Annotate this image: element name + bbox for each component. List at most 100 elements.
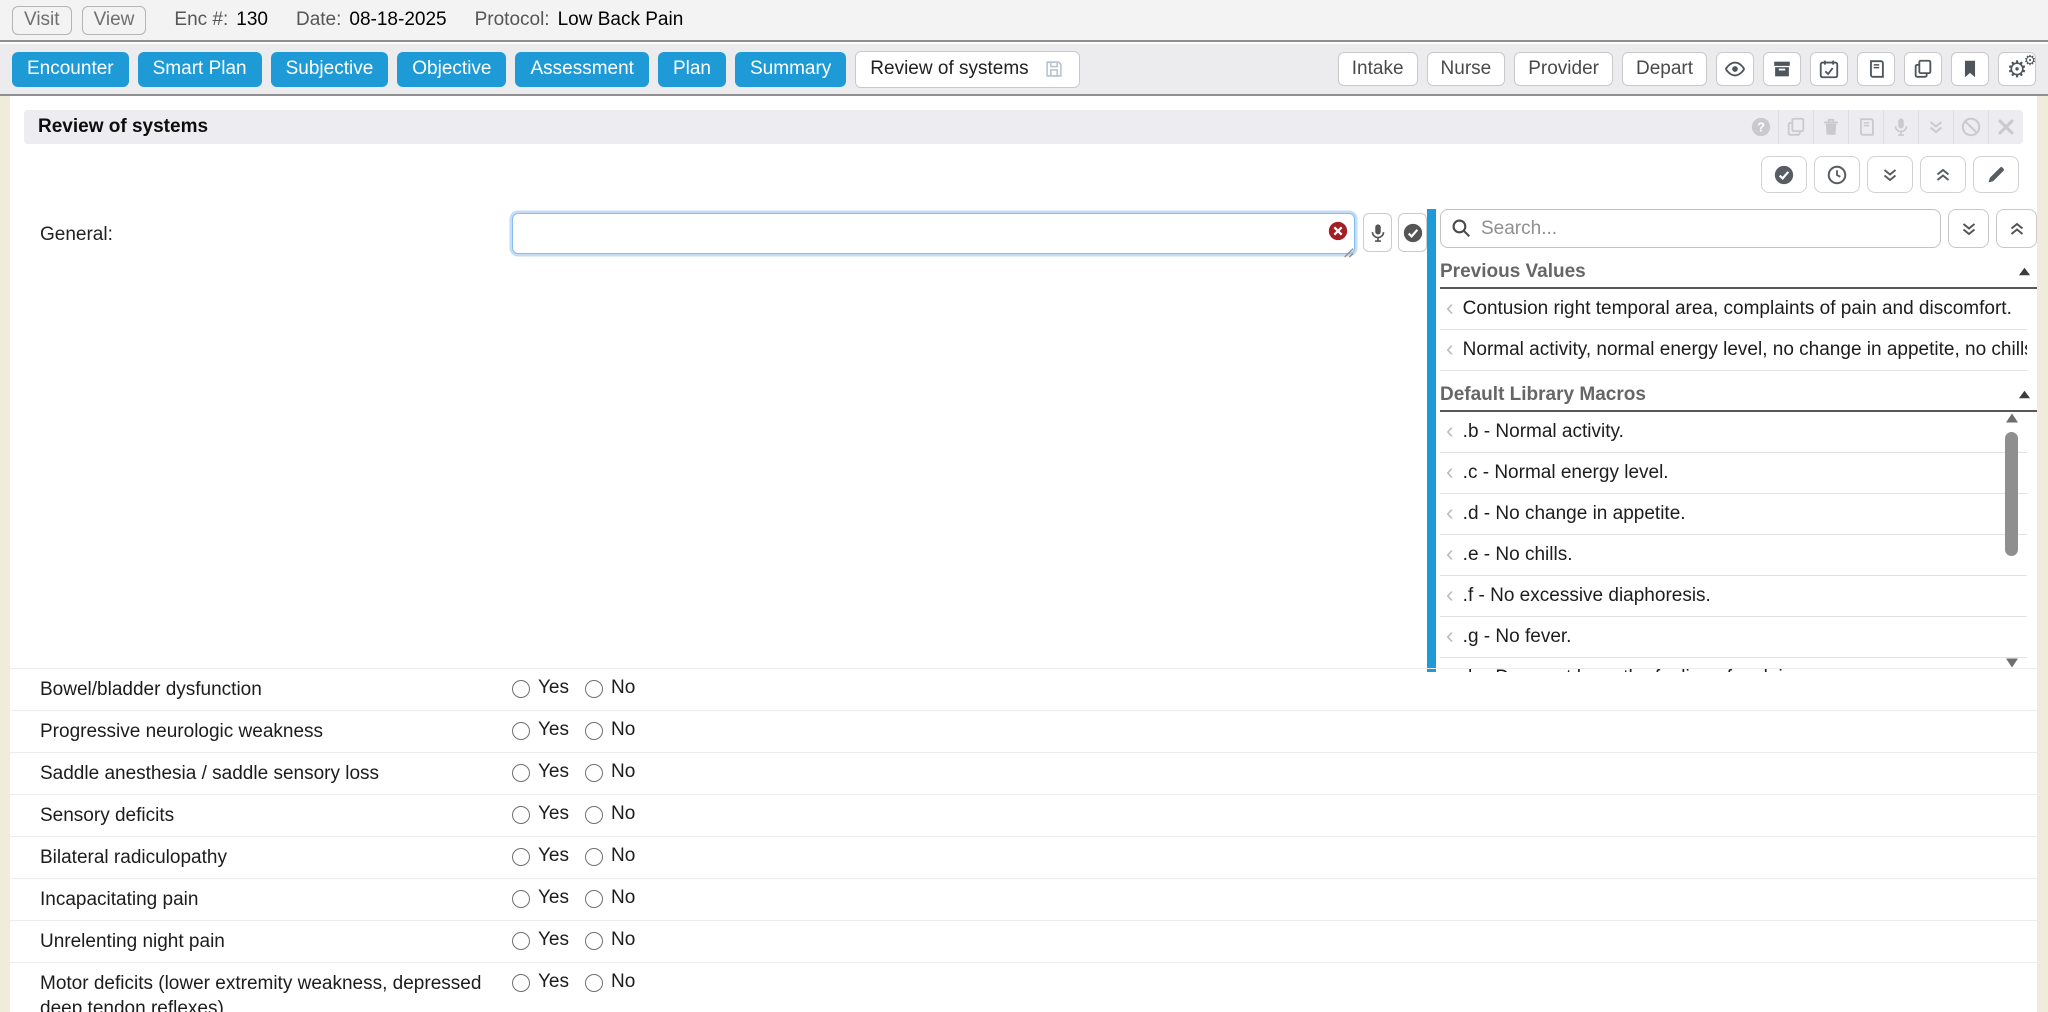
- macros-header[interactable]: Default Library Macros: [1440, 379, 2037, 412]
- yes-radio[interactable]: [512, 722, 530, 740]
- chevrons-down-button[interactable]: [1867, 156, 1913, 193]
- copy-button[interactable]: [1778, 110, 1813, 144]
- scroll-up-icon[interactable]: [2005, 411, 2019, 425]
- list-item[interactable]: ‹.f - No excessive diaphoresis.: [1440, 576, 2027, 617]
- list-item[interactable]: ‹.g - No fever.: [1440, 617, 2027, 658]
- chevrons-up-icon: [2006, 218, 2028, 240]
- eye-button[interactable]: [1716, 52, 1754, 86]
- list-item-text: .g - No fever.: [1463, 626, 1572, 648]
- yes-radio[interactable]: [512, 890, 530, 908]
- yes-option[interactable]: Yes: [512, 845, 569, 867]
- tab-subjective[interactable]: Subjective: [271, 52, 389, 87]
- no-radio[interactable]: [585, 974, 603, 992]
- nurse-button[interactable]: Nurse: [1427, 52, 1506, 86]
- list-item[interactable]: ‹.c - Normal energy level.: [1440, 453, 2027, 494]
- no-label: No: [611, 887, 635, 909]
- yes-option[interactable]: Yes: [512, 803, 569, 825]
- list-item-text: .e - No chills.: [1463, 544, 1573, 566]
- clear-icon[interactable]: [1328, 221, 1348, 241]
- expand-all-sections-button[interactable]: [1948, 209, 1989, 248]
- list-item-text: .b - Normal activity.: [1463, 421, 1624, 443]
- search-input[interactable]: [1440, 209, 1941, 248]
- list-item[interactable]: ‹.b - Normal activity.: [1440, 412, 2027, 453]
- depart-button[interactable]: Depart: [1622, 52, 1707, 86]
- yes-radio[interactable]: [512, 680, 530, 698]
- provider-button[interactable]: Provider: [1514, 52, 1613, 86]
- save-icon: [1043, 58, 1065, 80]
- help-button[interactable]: ?: [1743, 110, 1778, 144]
- no-radio[interactable]: [585, 764, 603, 782]
- yes-radio[interactable]: [512, 764, 530, 782]
- calendar-check-button[interactable]: [1810, 52, 1848, 86]
- yes-option[interactable]: Yes: [512, 887, 569, 909]
- book-button[interactable]: [1857, 52, 1895, 86]
- chevrons-down-button[interactable]: [1918, 110, 1953, 144]
- no-option[interactable]: No: [585, 677, 635, 699]
- chevron-left-icon: ‹: [1446, 501, 1454, 524]
- no-radio[interactable]: [585, 932, 603, 950]
- no-radio[interactable]: [585, 806, 603, 824]
- pencil-button[interactable]: [1973, 156, 2019, 193]
- trash-button[interactable]: [1813, 110, 1848, 144]
- list-item[interactable]: ‹Contusion right temporal area, complain…: [1440, 289, 2027, 330]
- question-label: Bowel/bladder dysfunction: [40, 677, 512, 702]
- general-field-label: General:: [40, 224, 113, 246]
- tab-objective[interactable]: Objective: [397, 52, 506, 87]
- tab-review-of-systems[interactable]: Review of systems: [855, 51, 1079, 88]
- no-option[interactable]: No: [585, 845, 635, 867]
- no-option[interactable]: No: [585, 929, 635, 951]
- tab-encounter[interactable]: Encounter: [12, 52, 129, 87]
- clock-button[interactable]: [1814, 156, 1860, 193]
- no-option[interactable]: No: [585, 761, 635, 783]
- archive-button[interactable]: [1763, 52, 1801, 86]
- confirm-button[interactable]: [1398, 213, 1427, 252]
- intake-button[interactable]: Intake: [1338, 52, 1418, 86]
- general-input[interactable]: [512, 213, 1355, 254]
- macro-scrollbar[interactable]: [2005, 411, 2019, 672]
- no-option[interactable]: No: [585, 719, 635, 741]
- tab-plan[interactable]: Plan: [658, 52, 726, 87]
- microphone-button[interactable]: [1363, 213, 1392, 252]
- list-item[interactable]: ‹.d - No change in appetite.: [1440, 494, 2027, 535]
- list-item[interactable]: ‹.e - No chills.: [1440, 535, 2027, 576]
- list-item[interactable]: ‹Normal activity, normal energy level, n…: [1440, 330, 2027, 371]
- yes-radio[interactable]: [512, 806, 530, 824]
- ros-question-row: Bowel/bladder dysfunctionYes No: [10, 668, 2037, 710]
- yes-option[interactable]: Yes: [512, 719, 569, 741]
- no-radio[interactable]: [585, 680, 603, 698]
- copy-button[interactable]: [1904, 52, 1942, 86]
- collapse-all-sections-button[interactable]: [1996, 209, 2037, 248]
- yes-option[interactable]: Yes: [512, 971, 569, 993]
- no-radio[interactable]: [585, 890, 603, 908]
- yes-option[interactable]: Yes: [512, 929, 569, 951]
- scrollbar-thumb[interactable]: [2005, 432, 2018, 556]
- visit-button[interactable]: Visit: [12, 6, 72, 35]
- tab-assessment[interactable]: Assessment: [515, 52, 648, 87]
- yes-radio[interactable]: [512, 848, 530, 866]
- yes-option[interactable]: Yes: [512, 761, 569, 783]
- ban-button[interactable]: [1953, 110, 1988, 144]
- no-radio[interactable]: [585, 722, 603, 740]
- tab-smart-plan[interactable]: Smart Plan: [138, 52, 262, 87]
- ros-question-row: Sensory deficitsYesNo: [10, 794, 2037, 836]
- no-option[interactable]: No: [585, 887, 635, 909]
- microphone-button[interactable]: [1883, 110, 1918, 144]
- yes-radio[interactable]: [512, 974, 530, 992]
- check-circle-button[interactable]: [1761, 156, 1807, 193]
- book-button[interactable]: [1848, 110, 1883, 144]
- no-option[interactable]: No: [585, 803, 635, 825]
- answer-group: Yes No: [512, 845, 635, 867]
- no-option[interactable]: No: [585, 971, 635, 993]
- settings-gears-button[interactable]: ⚙⚙: [1998, 52, 2036, 86]
- previous-values-header[interactable]: Previous Values: [1440, 256, 2037, 289]
- tab-summary[interactable]: Summary: [735, 52, 846, 87]
- yes-radio[interactable]: [512, 932, 530, 950]
- chevrons-up-button[interactable]: [1920, 156, 1966, 193]
- no-radio[interactable]: [585, 848, 603, 866]
- view-button[interactable]: View: [82, 6, 147, 35]
- yes-option[interactable]: Yes: [512, 677, 569, 699]
- no-label: No: [611, 761, 635, 783]
- close-button[interactable]: [1988, 110, 2023, 144]
- bookmark-button[interactable]: [1951, 52, 1989, 86]
- nav-icon-group: ⚙⚙: [1716, 52, 2036, 86]
